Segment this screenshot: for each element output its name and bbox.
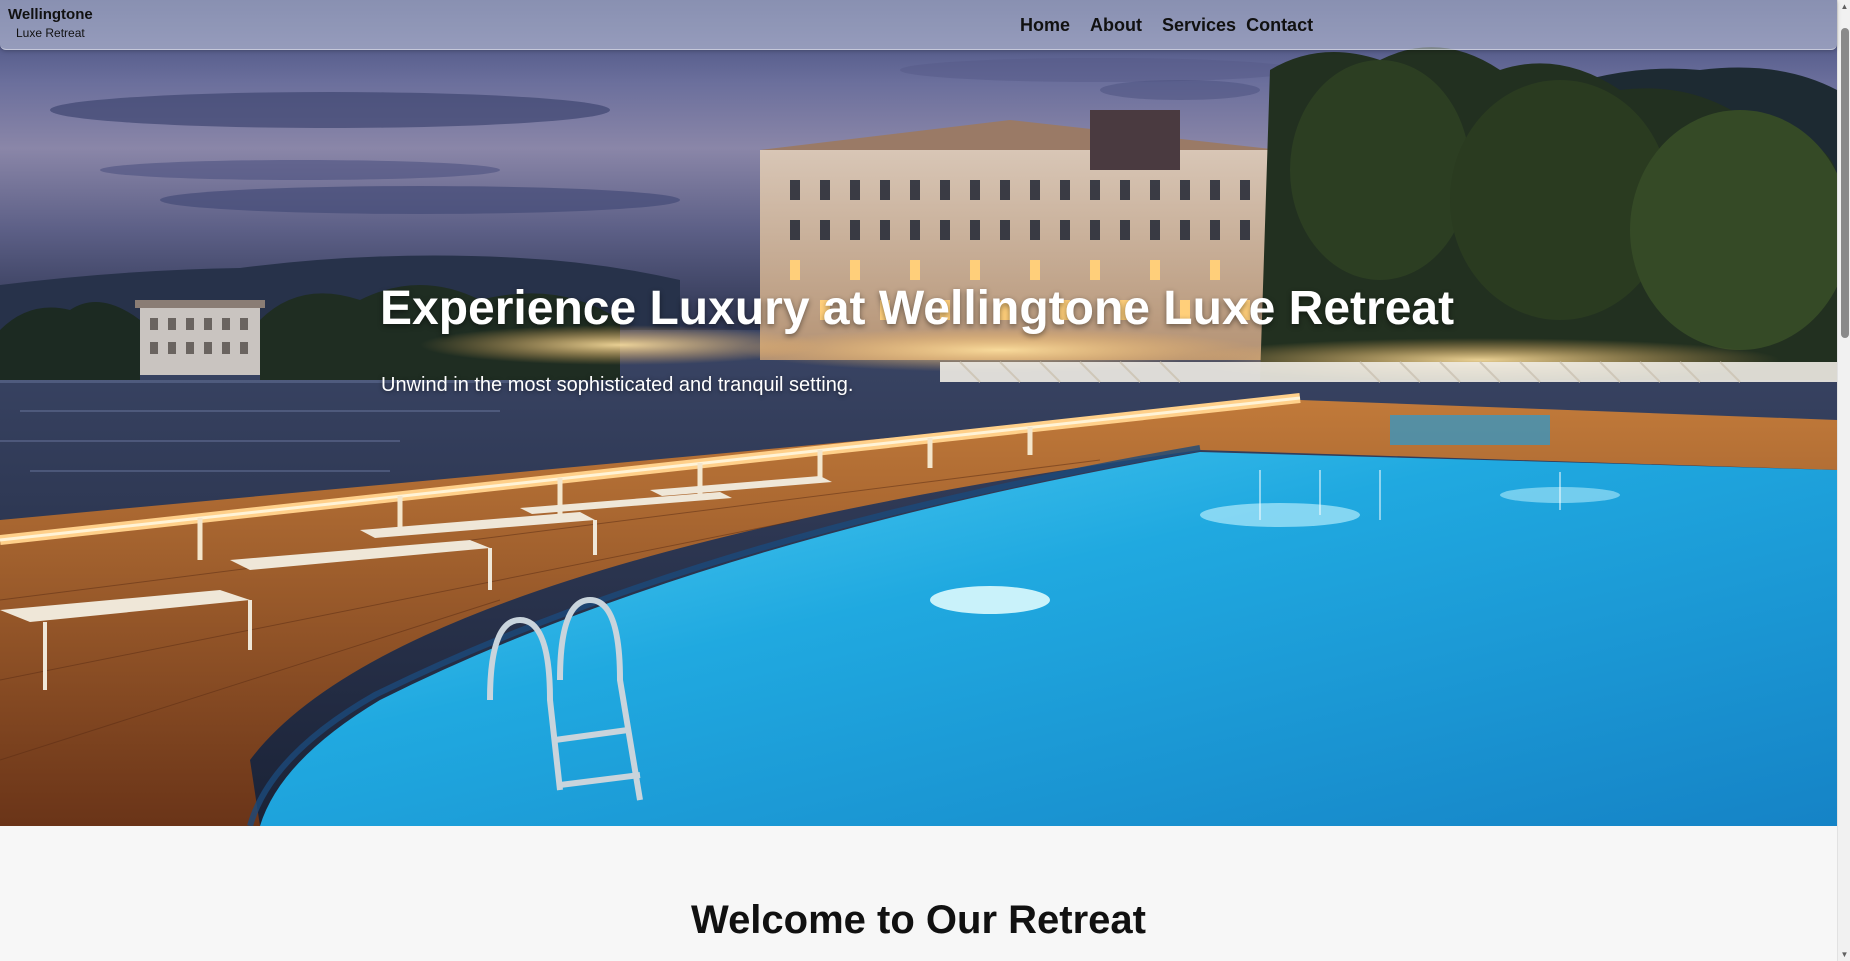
hero-section: Experience Luxury at Wellingtone Luxe Re… [0,0,1837,826]
arrow-down-icon[interactable]: ▼ [1838,948,1850,961]
main-nav: Home About Services Contact [1020,13,1313,37]
hero-image [0,0,1837,826]
page: Experience Luxury at Wellingtone Luxe Re… [0,0,1850,961]
navbar: Wellingtone Luxe Retreat Home About Serv… [0,0,1837,50]
welcome-section: Welcome to Our Retreat [0,826,1837,961]
arrow-up-icon[interactable]: ▲ [1838,0,1850,13]
brand-tagline: Luxe Retreat [16,26,85,40]
nav-link-about[interactable]: About [1090,13,1142,37]
hero-subtitle: Unwind in the most sophisticated and tra… [381,374,854,396]
welcome-title: Welcome to Our Retreat [691,898,1146,942]
scrollbar-thumb[interactable] [1841,28,1849,338]
hero-title: Experience Luxury at Wellingtone Luxe Re… [380,282,1455,335]
nav-link-home[interactable]: Home [1020,13,1070,37]
vertical-scrollbar[interactable]: ▲ ▼ [1837,0,1850,961]
nav-link-contact[interactable]: Contact [1246,13,1313,37]
brand-logo[interactable]: Wellingtone Luxe Retreat [8,5,98,41]
brand-name: Wellingtone [8,6,93,23]
nav-link-services[interactable]: Services [1162,13,1236,37]
